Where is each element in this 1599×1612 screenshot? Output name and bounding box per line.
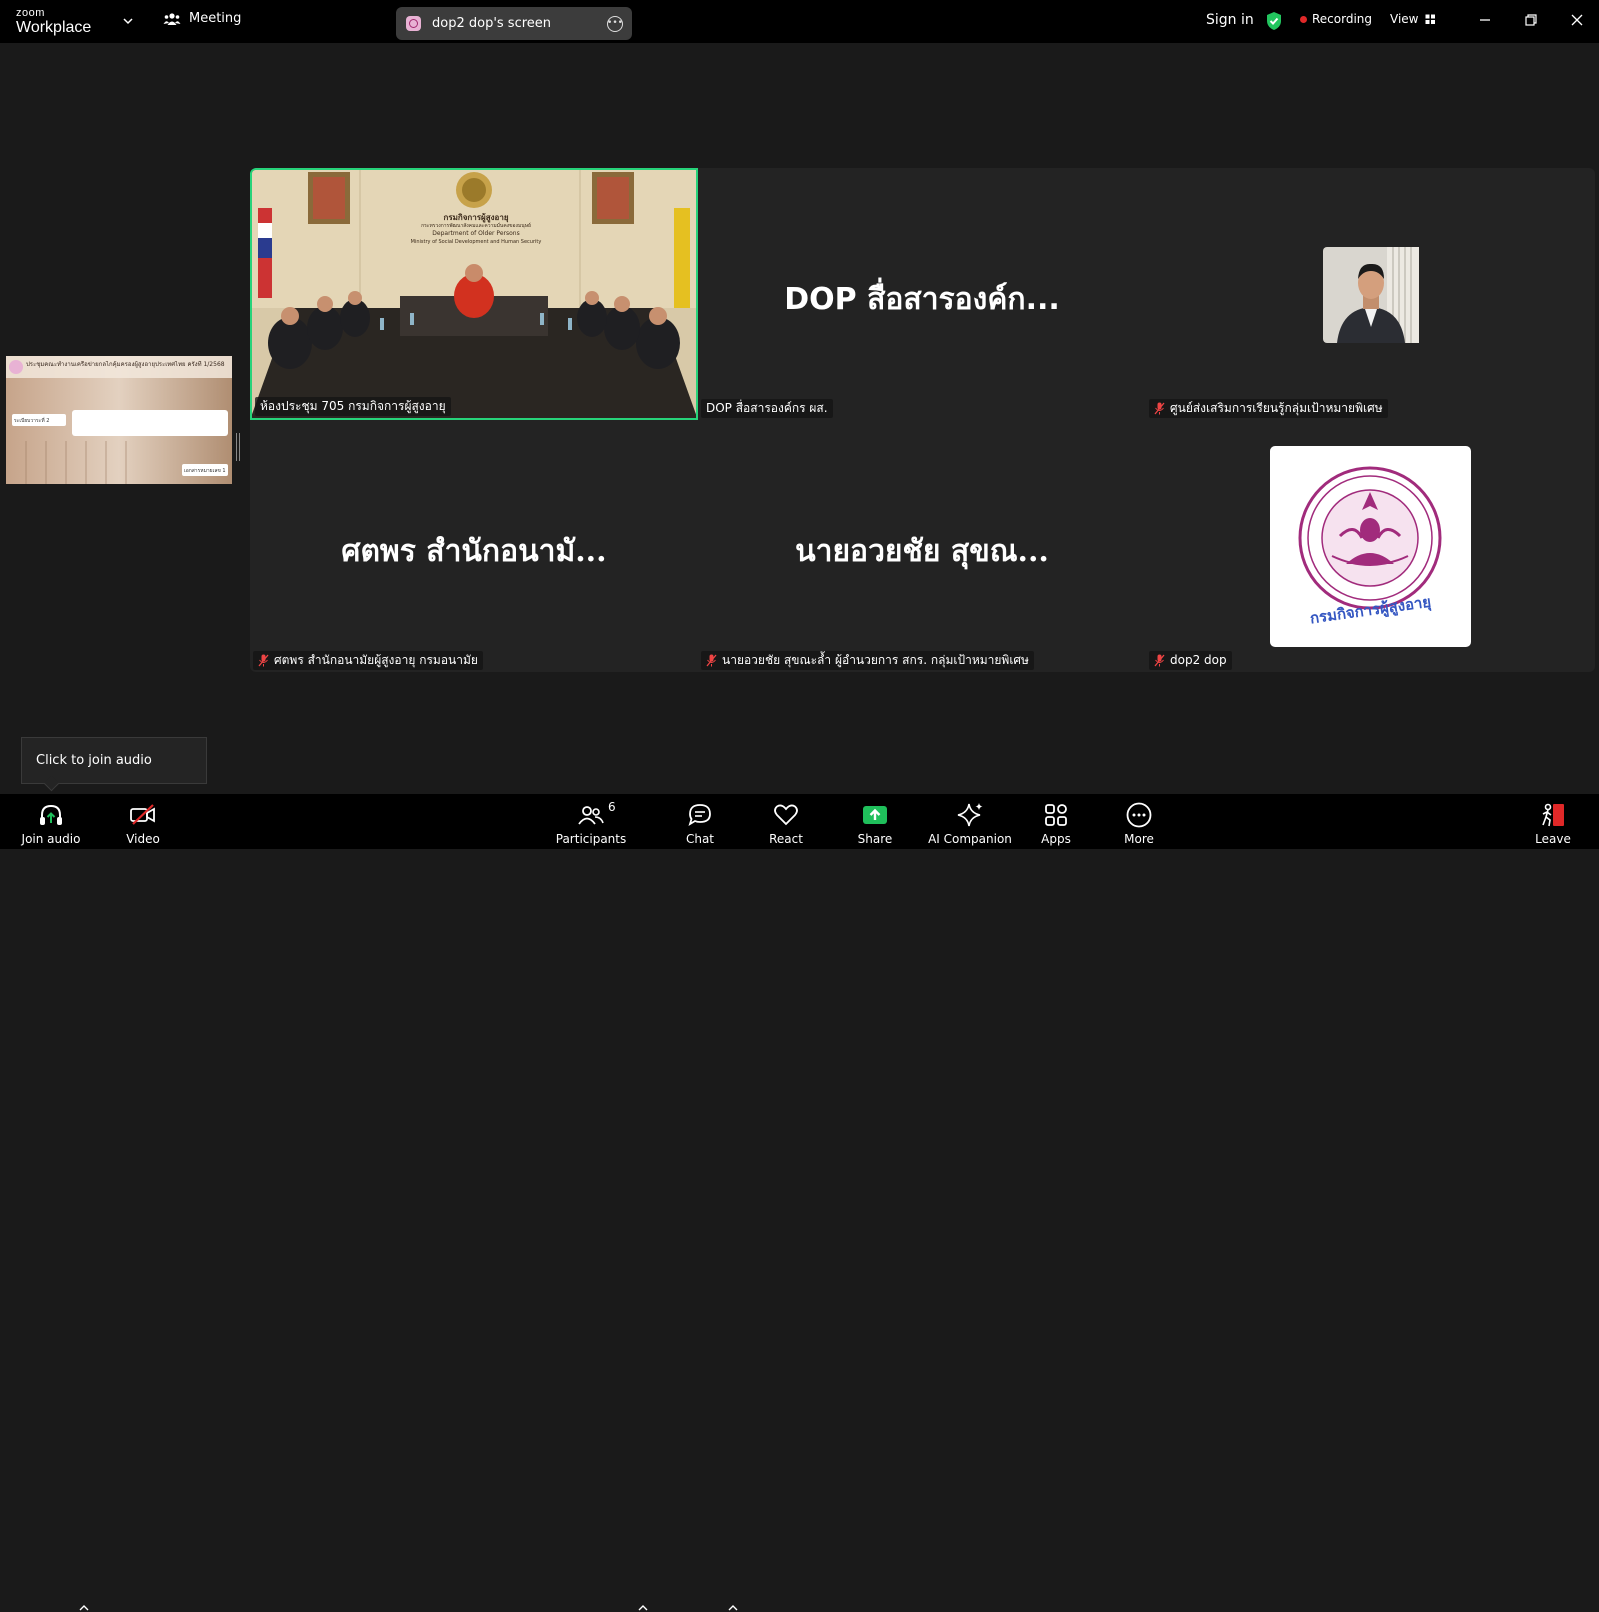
screen-share-label: dop2 dop's screen bbox=[432, 16, 552, 31]
participant-name: dop2 dop bbox=[1170, 653, 1227, 667]
participant-name-label: DOP สื่อสารองค์กร ผส. bbox=[701, 399, 833, 418]
slide-title: ประชุมคณะทำงานเครือข่ายกลไกคุ้มครองผู้สู… bbox=[26, 361, 225, 368]
slide-agenda-item: ระเบียบวาระที่ 2 bbox=[14, 418, 50, 424]
participant-tile-learning-center[interactable]: ศูนย์ส่งเสริมการเรียนรู้กลุ่มเป้าหมายพิเ… bbox=[1146, 168, 1594, 420]
leave-label: Leave bbox=[1535, 832, 1571, 846]
meeting-info-button[interactable]: Meeting bbox=[163, 11, 241, 26]
more-options-icon[interactable]: ••• bbox=[607, 15, 623, 32]
meeting-label: Meeting bbox=[189, 11, 242, 26]
participant-name-label: ห้องประชุม 705 กรมกิจการผู้สูงอายุ bbox=[255, 397, 451, 416]
participant-name: ศูนย์ส่งเสริมการเรียนรู้กลุ่มเป้าหมายพิเ… bbox=[1170, 401, 1383, 415]
panel-resize-handle[interactable] bbox=[236, 433, 240, 461]
ellipsis-icon bbox=[1126, 802, 1152, 828]
participant-name: ห้องประชุม 705 กรมกิจการผู้สูงอายุ bbox=[260, 399, 446, 413]
mic-muted-icon bbox=[258, 654, 269, 667]
participant-tile-dop-communications[interactable]: DOP สื่อสารองค์ก... DOP สื่อสารองค์กร ผส… bbox=[698, 168, 1146, 420]
participant-name-label: ศูนย์ส่งเสริมการเรียนรู้กลุ่มเป้าหมายพิเ… bbox=[1149, 399, 1388, 418]
room-sign-line-4: Ministry of Social Development and Human… bbox=[410, 239, 542, 245]
react-button[interactable]: React bbox=[766, 794, 806, 849]
participants-label: Participants bbox=[555, 832, 627, 846]
participants-button[interactable]: 6 Participants bbox=[555, 794, 627, 849]
people-icon bbox=[163, 12, 181, 25]
participant-tile-director[interactable]: นายอวยชัย สุขณ... นายอวยชัย สุขณะล้ำ ผู้… bbox=[698, 420, 1146, 672]
participant-name-label: นายอวยชัย สุขณะล้ำ ผู้อำนวยการ สกร. กลุ่… bbox=[701, 651, 1034, 670]
join-audio-tooltip: Click to join audio bbox=[21, 737, 207, 784]
share-button[interactable]: Share bbox=[855, 794, 895, 849]
participant-tile-health-department[interactable]: ศตพร สำนักอนามั... ศตพร สำนักอนามัยผู้สู… bbox=[250, 420, 698, 672]
mic-muted-icon bbox=[1154, 654, 1165, 667]
participant-display-name: นายอวยชัย สุขณ... bbox=[795, 534, 1049, 569]
more-label: More bbox=[1124, 832, 1154, 846]
participants-count: 6 bbox=[608, 800, 616, 814]
participant-display-name: ศตพร สำนักอนามั... bbox=[341, 534, 607, 569]
shield-check-icon[interactable] bbox=[1265, 11, 1283, 31]
recording-label: Recording bbox=[1312, 12, 1373, 26]
slide-document-badge: เอกสารหมายเลข 1 bbox=[184, 468, 226, 474]
top-bar: zoom Workplace Meeting dop2 dop's screen… bbox=[0, 0, 1599, 43]
recording-indicator[interactable]: Recording bbox=[1300, 12, 1372, 26]
logo-bottom-text: Workplace bbox=[16, 19, 92, 36]
participants-options-caret-icon[interactable] bbox=[638, 1604, 648, 1612]
apps-label: Apps bbox=[1041, 832, 1071, 846]
headphones-icon bbox=[40, 804, 62, 825]
join-audio-button[interactable]: Join audio bbox=[20, 794, 82, 849]
video-button[interactable]: Video bbox=[118, 794, 168, 849]
participant-tile-dop2[interactable]: กรมกิจการผู้สูงอายุ dop2 dop bbox=[1146, 420, 1594, 672]
participant-display-name: DOP สื่อสารองค์ก... bbox=[784, 282, 1060, 317]
participant-photo bbox=[1323, 247, 1419, 343]
chat-label: Chat bbox=[685, 832, 715, 846]
recording-dot bbox=[1300, 15, 1307, 23]
grid-view-icon bbox=[1425, 14, 1436, 24]
chevron-down-icon[interactable] bbox=[121, 14, 135, 28]
app-logo: zoom Workplace bbox=[16, 8, 91, 36]
participant-logo: กรมกิจการผู้สูงอายุ bbox=[1270, 446, 1471, 647]
logo-top-text: zoom bbox=[16, 7, 45, 19]
ai-companion-label: AI Companion bbox=[928, 832, 1012, 846]
heart-icon bbox=[774, 804, 798, 826]
room-sign-line-2: กระทรวงการพัฒนาสังคมและความมั่นคงของมนุษ… bbox=[421, 223, 531, 229]
minimize-icon[interactable] bbox=[1477, 12, 1493, 28]
view-button[interactable]: View bbox=[1390, 12, 1436, 26]
video-label: Video bbox=[126, 832, 160, 846]
close-icon[interactable] bbox=[1569, 12, 1585, 28]
room-sign-line-3: Department of Older Persons bbox=[432, 230, 520, 237]
mic-muted-icon bbox=[706, 654, 717, 667]
audio-options-caret-icon[interactable] bbox=[79, 1604, 89, 1612]
apps-icon bbox=[1045, 804, 1067, 826]
view-label: View bbox=[1390, 12, 1419, 26]
meeting-toolbar: Join audio Video 6 Participants Chat Rea… bbox=[0, 794, 1599, 1611]
chat-options-caret-icon[interactable] bbox=[728, 1604, 738, 1612]
leave-button[interactable]: Leave bbox=[1533, 794, 1573, 849]
chat-icon bbox=[688, 804, 711, 826]
participant-name: นายอวยชัย สุขณะล้ำ ผู้อำนวยการ สกร. กลุ่… bbox=[722, 653, 1029, 667]
participants-icon bbox=[578, 806, 604, 825]
react-label: React bbox=[769, 832, 803, 846]
shared-screen-thumbnail[interactable]: ประชุมคณะทำงานเครือข่ายกลไกคุ้มครองผู้สู… bbox=[6, 356, 232, 484]
video-off-icon bbox=[130, 804, 155, 825]
apps-button[interactable]: Apps bbox=[1036, 794, 1076, 849]
sign-in-link[interactable]: Sign in bbox=[1206, 12, 1254, 28]
sharer-avatar-icon bbox=[406, 16, 421, 31]
participant-name: ศตพร สำนักอนามัยผู้สูงอายุ กรมอนามัย bbox=[274, 653, 478, 667]
ai-companion-button[interactable]: AI Companion bbox=[928, 794, 1012, 849]
participant-name: DOP สื่อสารองค์กร ผส. bbox=[706, 401, 828, 415]
restore-icon[interactable] bbox=[1523, 12, 1539, 28]
leave-door-icon bbox=[1542, 803, 1564, 827]
share-screen-icon bbox=[863, 806, 887, 824]
participant-name-label: ศตพร สำนักอนามัยผู้สูงอายุ กรมอนามัย bbox=[253, 651, 483, 670]
sparkle-icon bbox=[957, 803, 983, 827]
chat-button[interactable]: Chat bbox=[682, 794, 718, 849]
room-sign: กรมกิจการผู้สูงอายุ กระทรวงการพัฒนาสังคม… bbox=[392, 214, 560, 246]
share-label: Share bbox=[857, 832, 893, 846]
participant-name-label: dop2 dop bbox=[1149, 651, 1232, 670]
join-audio-label: Join audio bbox=[21, 832, 81, 846]
room-video-feed bbox=[252, 170, 696, 418]
room-sign-line-1: กรมกิจการผู้สูงอายุ bbox=[443, 213, 509, 222]
more-button[interactable]: More bbox=[1119, 794, 1159, 849]
mic-muted-icon bbox=[1154, 402, 1165, 415]
screen-share-pill[interactable]: dop2 dop's screen ••• bbox=[396, 7, 632, 40]
participant-tile-room-705[interactable]: กรมกิจการผู้สูงอายุ กระทรวงการพัฒนาสังคม… bbox=[250, 168, 698, 420]
